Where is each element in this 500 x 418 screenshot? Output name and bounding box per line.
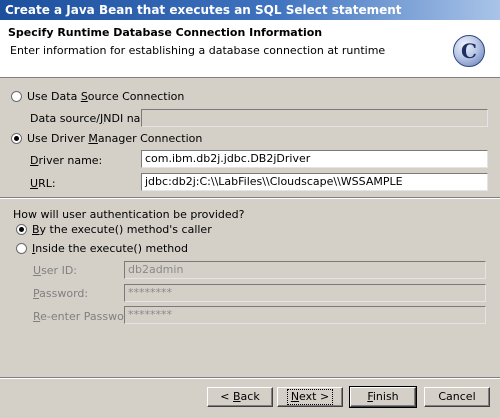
driver-name-label: Driver name: [30,154,103,167]
use-data-source-label[interactable]: Use Data Source Connection [27,90,184,103]
window-title: Create a Java Bean that executes an SQL … [0,0,500,20]
password-field[interactable]: ******** [124,284,486,302]
auth-question: How will user authentication be provided… [13,208,245,221]
section-divider [0,197,500,199]
use-driver-manager-label[interactable]: Use Driver Manager Connection [27,132,202,145]
back-button[interactable]: < Back [207,387,273,407]
page-description: Enter information for establishing a dat… [10,44,386,57]
reenter-password-field[interactable]: ******** [124,306,486,324]
cancel-button[interactable]: Cancel [424,387,490,407]
page-title: Specify Runtime Database Connection Info… [8,26,323,39]
use-driver-manager-radio[interactable] [11,133,22,144]
password-label: Password: [33,287,89,300]
button-bar-divider [0,377,500,379]
datasource-jndi-field[interactable] [141,109,488,127]
wizard-logo-icon: C [453,35,485,67]
next-button[interactable]: Next > [277,387,343,407]
auth-inside-label[interactable]: Inside the execute() method [32,242,188,255]
driver-name-field[interactable]: com.ibm.db2j.jdbc.DB2jDriver [141,150,488,168]
reenter-password-label: Re-enter Password: [33,310,139,323]
wizard-window: Create a Java Bean that executes an SQL … [0,0,500,418]
auth-caller-label[interactable]: By the execute() method's caller [32,223,212,236]
userid-label: User ID: [33,264,78,277]
auth-caller-radio[interactable] [16,224,27,235]
auth-inside-radio[interactable] [16,243,27,254]
url-label: URL: [30,177,56,190]
wizard-header: Specify Runtime Database Connection Info… [0,20,500,78]
userid-field[interactable]: db2admin [124,261,486,279]
finish-button[interactable]: Finish [349,386,417,408]
url-field[interactable]: jdbc:db2j:C:\\LabFiles\\Cloudscape\\WSSA… [141,173,488,191]
use-data-source-radio[interactable] [11,91,22,102]
